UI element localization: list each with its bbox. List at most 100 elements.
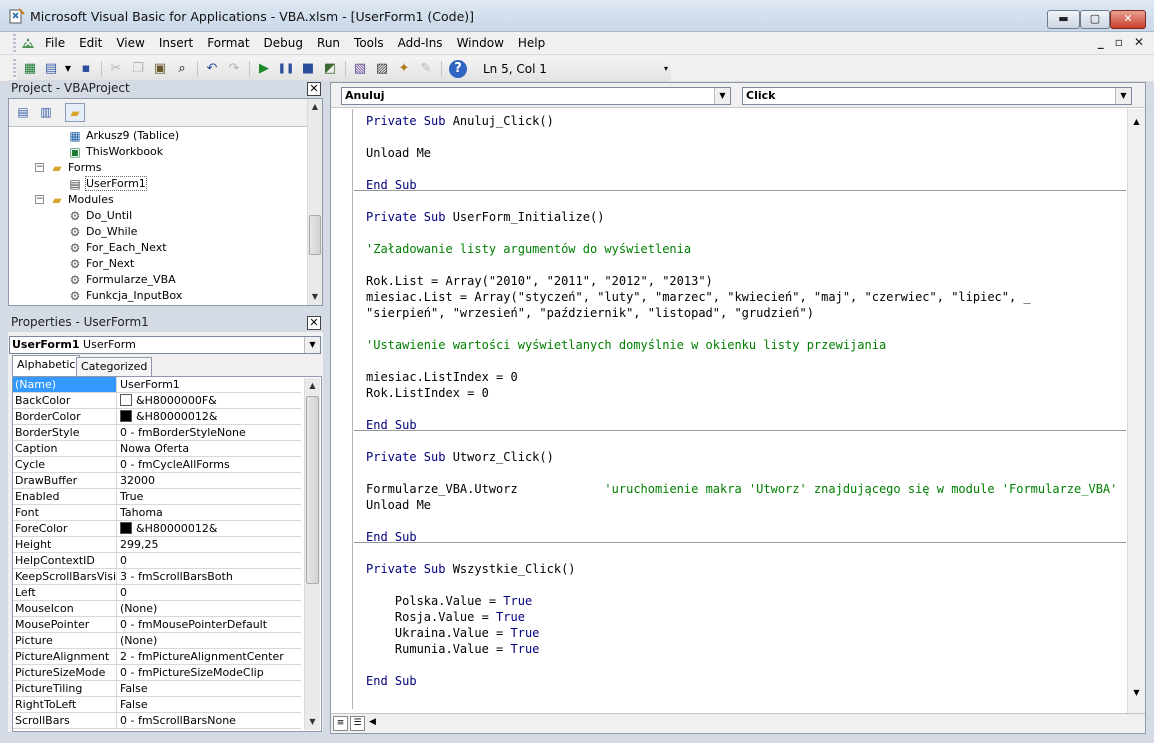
property-value[interactable]: 2 - fmPictureAlignmentCenter (119, 649, 301, 664)
copy-icon[interactable]: ❐ (129, 60, 147, 78)
tree-item[interactable]: ⚙ Do_Until (67, 208, 133, 224)
menu-grip[interactable] (13, 34, 16, 52)
tree-item[interactable]: ⚙ For_Next (67, 256, 135, 272)
code-line[interactable]: Private Sub Anuluj_Click() (366, 113, 554, 129)
tree-item[interactable]: ▦ Arkusz9 (Tablice) (67, 128, 179, 144)
code-line[interactable]: "sierpień", "wrzesień", "październik", "… (366, 305, 814, 321)
property-row[interactable]: MouseIcon (None) (13, 601, 301, 617)
project-close-button[interactable]: ✕ (307, 82, 321, 96)
code-line[interactable]: Ukraina.Value = True (366, 625, 540, 641)
code-line[interactable]: Unload Me (366, 145, 431, 161)
properties-scrollbar[interactable]: ▲ ▼ (304, 378, 320, 730)
property-value[interactable]: 0 (119, 585, 301, 600)
property-row[interactable]: Cycle 0 - fmCycleAllForms (13, 457, 301, 473)
property-row[interactable]: Font Tahoma (13, 505, 301, 521)
tree-item[interactable]: ⚙ For_Each_Next (67, 240, 167, 256)
object-browser-icon[interactable]: ✦ (395, 60, 413, 78)
property-value[interactable]: Nowa Oferta (119, 441, 301, 456)
menu-run[interactable]: Run (310, 32, 347, 54)
property-value[interactable]: &H80000012& (119, 409, 301, 424)
property-value[interactable]: &H80000012& (119, 521, 301, 536)
property-row[interactable]: PictureSizeMode 0 - fmPictureSizeModeClip (13, 665, 301, 681)
property-value[interactable]: 3 - fmScrollBarsBoth (119, 569, 301, 584)
scroll-down-arrow[interactable]: ▼ (305, 714, 320, 730)
code-line[interactable]: Private Sub Wszystkie_Click() (366, 561, 576, 577)
insert-dropdown-icon[interactable]: ▼ (59, 60, 77, 78)
property-value[interactable]: False (119, 681, 301, 696)
collapse-icon[interactable]: − (35, 163, 44, 172)
property-row[interactable]: KeepScrollBarsVisible3 - fmScrollBarsBot… (13, 569, 301, 585)
break-icon[interactable]: ❚❚ (277, 60, 295, 78)
redo-icon[interactable]: ↷ (225, 60, 243, 78)
view-code-icon[interactable]: ▤ (13, 103, 33, 122)
property-value[interactable]: (None) (119, 601, 301, 616)
property-value[interactable]: 0 - fmCycleAllForms (119, 457, 301, 472)
menu-debug[interactable]: Debug (257, 32, 310, 54)
cut-icon[interactable]: ✂ (107, 60, 125, 78)
toggle-folders-icon[interactable]: ▰ (65, 103, 85, 122)
property-value[interactable]: 32000 (119, 473, 301, 488)
run-icon[interactable]: ▶ (255, 60, 273, 78)
code-line[interactable]: Rosja.Value = True (366, 609, 525, 625)
property-value[interactable]: Tahoma (119, 505, 301, 520)
code-line[interactable]: End Sub (366, 673, 417, 689)
property-row[interactable]: PictureAlignment 2 - fmPictureAlignmentCe… (13, 649, 301, 665)
scroll-thumb[interactable] (309, 215, 321, 255)
property-value[interactable]: 0 (119, 553, 301, 568)
code-line[interactable]: Private Sub UserForm_Initialize() (366, 209, 604, 225)
chevron-down-icon[interactable]: ▼ (714, 88, 730, 104)
scroll-down-arrow[interactable]: ▼ (1128, 688, 1145, 697)
tree-item[interactable]: − ▰ Modules (35, 192, 114, 208)
properties-window-icon[interactable]: ▨ (373, 60, 391, 78)
property-value[interactable]: UserForm1 (119, 377, 301, 392)
code-margin[interactable] (331, 109, 353, 709)
toolbar-options-icon[interactable]: ▾ (657, 60, 675, 78)
tab-alphabetic[interactable]: Alphabetic (12, 355, 81, 376)
property-value[interactable]: 0 - fmBorderStyleNone (119, 425, 301, 440)
property-row[interactable]: PictureTiling False (13, 681, 301, 697)
code-line[interactable]: Rumunia.Value = True (366, 641, 540, 657)
menu-help[interactable]: Help (511, 32, 552, 54)
property-row[interactable]: BorderColor &H80000012& (13, 409, 301, 425)
undo-icon[interactable]: ↶ (203, 60, 221, 78)
property-row[interactable]: Caption Nowa Oferta (13, 441, 301, 457)
scroll-up-arrow[interactable]: ▲ (308, 99, 322, 115)
menu-addins[interactable]: Add-Ins (391, 32, 450, 54)
tree-item[interactable]: ⚙ Funkcja_InputBox (67, 288, 183, 304)
tree-item[interactable]: − ▰ Forms (35, 160, 101, 176)
insert-userform-icon[interactable]: ▤ (42, 60, 60, 78)
design-mode-icon[interactable]: ◩ (321, 60, 339, 78)
code-line[interactable]: miesiac.List = Array("styczeń", "luty", … (366, 289, 1031, 305)
full-module-view-icon[interactable]: ☰ (350, 716, 365, 731)
menu-window[interactable]: Window (450, 32, 511, 54)
code-line[interactable]: Rok.ListIndex = 0 (366, 385, 489, 401)
property-row[interactable]: ForeColor &H80000012& (13, 521, 301, 537)
project-scrollbar[interactable]: ▲ ▼ (307, 99, 322, 305)
code-line[interactable]: 'Załadowanie listy argumentów do wyświet… (366, 241, 691, 257)
code-vertical-scrollbar[interactable]: ▲ ▼ (1127, 109, 1145, 715)
find-icon[interactable]: ⌕ (173, 60, 191, 78)
close-button[interactable]: ✕ (1110, 10, 1146, 29)
project-explorer-icon[interactable]: ▧ (351, 60, 369, 78)
property-row[interactable]: HelpContextID 0 (13, 553, 301, 569)
procedure-view-icon[interactable]: ≡ (333, 716, 348, 731)
tree-item[interactable]: ⚙ Formularze_VBA (67, 272, 176, 288)
property-value[interactable]: 0 - fmMousePointerDefault (119, 617, 301, 632)
property-row[interactable]: Enabled True (13, 489, 301, 505)
object-combo[interactable]: Anuluj ▼ (341, 87, 731, 105)
property-row[interactable]: MousePointer 0 - fmMousePointerDefault (13, 617, 301, 633)
tab-categorized[interactable]: Categorized (76, 357, 153, 376)
minimize-button[interactable]: ▬ (1047, 10, 1080, 29)
scroll-up-arrow[interactable]: ▲ (305, 378, 320, 394)
tree-item[interactable]: ▣ ThisWorkbook (67, 144, 163, 160)
menu-insert[interactable]: Insert (152, 32, 200, 54)
chevron-down-icon[interactable]: ▼ (304, 337, 320, 353)
excel-menu-icon[interactable] (19, 34, 37, 52)
mdi-restore-button[interactable]: ▫ (1115, 35, 1123, 49)
property-row[interactable]: Left 0 (13, 585, 301, 601)
property-row[interactable]: RightToLeft False (13, 697, 301, 713)
code-line[interactable]: Formularze_VBA.Utworz 'uruchomienie makr… (366, 481, 1117, 497)
help-icon[interactable]: ? (449, 60, 467, 78)
menu-tools[interactable]: Tools (347, 32, 391, 54)
menu-file[interactable]: File (38, 32, 72, 54)
